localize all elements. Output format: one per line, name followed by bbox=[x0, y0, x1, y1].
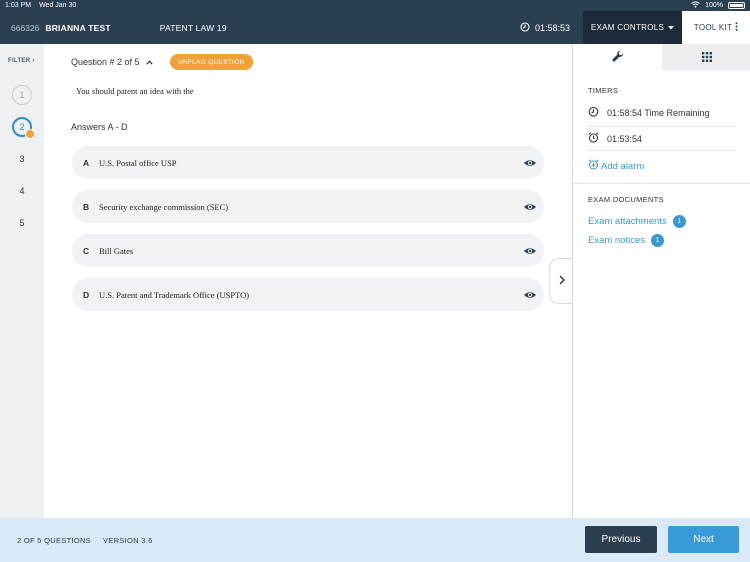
exam-notices-label: Exam notices bbox=[588, 235, 646, 246]
timer-icon bbox=[520, 21, 530, 34]
answer-text: U.S. Patent and Trademark Office (USPTO) bbox=[99, 289, 250, 300]
grid-icon bbox=[701, 49, 712, 67]
wrench-icon bbox=[611, 49, 624, 67]
battery-icon bbox=[728, 2, 745, 9]
flag-badge-icon bbox=[25, 129, 35, 139]
answer-letter: B bbox=[83, 201, 90, 212]
caret-down-icon bbox=[668, 23, 675, 32]
question-nav-number: 2 bbox=[19, 122, 25, 132]
eye-icon[interactable] bbox=[523, 244, 537, 258]
next-button[interactable]: Next bbox=[668, 526, 739, 553]
count-badge: 1 bbox=[672, 215, 686, 228]
status-time: 1:03 PM bbox=[5, 2, 32, 9]
exam-notices-link[interactable]: Exam notices 1 bbox=[588, 234, 665, 247]
toolkit-tabs bbox=[573, 44, 750, 71]
answer-option-d[interactable]: D U.S. Patent and Trademark Office (USPT… bbox=[72, 278, 544, 311]
exam-controls-button[interactable]: EXAM CONTROLS bbox=[583, 11, 682, 44]
exam-attachments-link[interactable]: Exam attachments 1 bbox=[588, 215, 686, 228]
question-nav-item-4[interactable]: 4 bbox=[12, 181, 32, 201]
answer-option-c[interactable]: C Bill Gates bbox=[72, 234, 544, 267]
footer-bar: 2 OF 5 QUESTIONS VERSION 3.6 Previous Ne… bbox=[0, 518, 750, 562]
time-remaining-row: 01:58:54 Time Remaining bbox=[588, 103, 736, 127]
more-vertical-icon bbox=[735, 22, 738, 33]
exam-id: 666326 bbox=[11, 22, 40, 33]
header-timer-value: 01:58:53 bbox=[535, 22, 571, 33]
wifi-icon bbox=[691, 1, 700, 10]
answer-letter: D bbox=[83, 289, 90, 300]
divider bbox=[573, 183, 750, 184]
tab-tools[interactable] bbox=[573, 44, 662, 71]
answer-option-a[interactable]: A U.S. Postal office USP bbox=[72, 146, 544, 179]
chevron-right-icon bbox=[559, 272, 565, 290]
question-title: Question # 2 of 5 bbox=[71, 57, 140, 67]
question-text: You should patent an idea with the bbox=[76, 86, 194, 96]
question-nav-item-2[interactable]: 2 bbox=[12, 117, 35, 139]
alarm-row[interactable]: 01:53:54 bbox=[588, 127, 736, 151]
add-alarm-label: Add alarm bbox=[601, 160, 645, 172]
alarm-add-icon bbox=[588, 159, 599, 173]
exam-documents-heading: EXAM DOCUMENTS bbox=[588, 195, 664, 204]
question-nav: FILTER › 1 2 3 4 5 bbox=[0, 44, 44, 518]
alarm-clock-icon bbox=[588, 132, 599, 145]
answer-letter: C bbox=[83, 245, 90, 256]
header-timer: 01:58:53 bbox=[520, 21, 571, 34]
timer-icon bbox=[588, 106, 599, 119]
previous-button[interactable]: Previous bbox=[585, 526, 657, 553]
exam-controls-label: EXAM CONTROLS bbox=[590, 23, 665, 32]
tab-grid[interactable] bbox=[662, 44, 750, 71]
app-header: 666326 BRIANNA TEST PATENT LAW 19 01:58:… bbox=[0, 11, 750, 44]
unflag-question-button[interactable]: UNFLAG QUESTION bbox=[170, 54, 253, 70]
battery-percent: 100% bbox=[705, 2, 723, 9]
answer-text: Security exchange commission (SEC) bbox=[99, 201, 229, 212]
student-name: BRIANNA TEST bbox=[45, 22, 111, 33]
chevron-up-icon bbox=[145, 57, 153, 67]
answer-text: Bill Gates bbox=[99, 245, 134, 256]
question-title-toggle[interactable]: Question # 2 of 5 bbox=[71, 57, 153, 67]
add-alarm-button[interactable]: Add alarm bbox=[588, 159, 644, 173]
eye-icon[interactable] bbox=[523, 288, 537, 302]
time-remaining: 01:58:54 Time Remaining bbox=[607, 107, 710, 118]
answer-text: U.S. Postal office USP bbox=[99, 157, 177, 168]
exam-name: PATENT LAW 19 bbox=[159, 22, 227, 33]
status-date: Wed Jan 30 bbox=[39, 2, 77, 9]
question-area: Question # 2 of 5 UNFLAG QUESTION You sh… bbox=[44, 44, 573, 518]
filter-button[interactable]: FILTER › bbox=[8, 58, 35, 64]
answers-label: Answers A - D bbox=[71, 122, 128, 132]
answer-letter: A bbox=[83, 157, 90, 168]
exam-attachments-label: Exam attachments bbox=[588, 216, 667, 227]
toolkit-label: TOOL KIT bbox=[693, 23, 733, 32]
question-nav-item-3[interactable]: 3 bbox=[12, 149, 32, 169]
eye-icon[interactable] bbox=[523, 156, 537, 170]
answer-option-b[interactable]: B Security exchange commission (SEC) bbox=[72, 190, 544, 223]
version-label: VERSION 3.6 bbox=[102, 535, 153, 545]
collapse-panel-button[interactable] bbox=[549, 258, 573, 304]
status-bar: 1:03 PM Wed Jan 30 100% bbox=[0, 0, 750, 11]
eye-icon[interactable] bbox=[523, 200, 537, 214]
question-nav-item-1[interactable]: 1 bbox=[12, 85, 32, 105]
toolkit-button[interactable]: TOOL KIT bbox=[682, 11, 750, 44]
question-nav-item-5[interactable]: 5 bbox=[12, 213, 32, 233]
question-progress: 2 OF 5 QUESTIONS bbox=[17, 535, 91, 545]
alarm-time: 01:53:54 bbox=[607, 133, 643, 144]
chevron-right-icon: › bbox=[32, 58, 35, 64]
toolkit-panel: TIMERS 01:58:54 Time Remaining 01:53:54 … bbox=[572, 44, 750, 518]
timers-heading: TIMERS bbox=[588, 86, 619, 95]
count-badge: 1 bbox=[651, 234, 665, 247]
filter-label: FILTER bbox=[8, 58, 31, 64]
